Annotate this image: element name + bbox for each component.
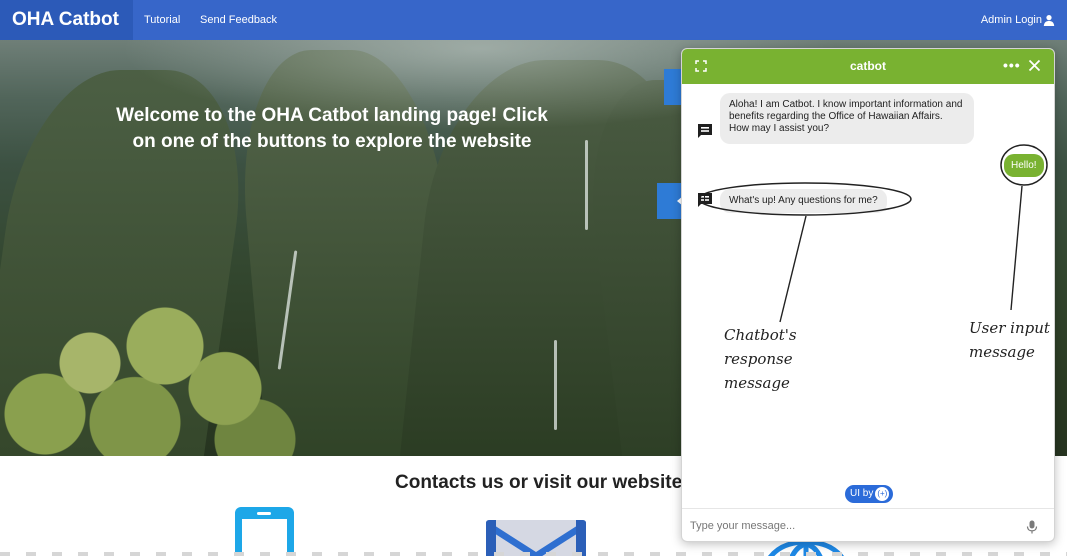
user-input-annotation-text: User input message [969, 319, 1050, 361]
ui-by-label: UI by [850, 488, 874, 499]
chat-messages: Aloha! I am Catbot. I know important inf… [682, 84, 1054, 508]
mail-icon[interactable] [486, 520, 586, 556]
chat-header: catbot ••• [682, 49, 1054, 84]
bot-message: What's up! Any questions for me? [720, 189, 887, 213]
hero-title: Welcome to the OHA Catbot landing page! … [116, 105, 548, 152]
user-message: Hello! [1004, 154, 1044, 177]
brand-logo[interactable]: OHA Catbot [0, 0, 133, 40]
waterfall [585, 140, 588, 230]
ui-by-badge[interactable]: UI by (+) [845, 485, 894, 503]
bot-response-annotation-text: Chatbot's response message [724, 326, 797, 392]
contacts-title: Contacts us or visit our website! [395, 472, 689, 493]
phone-icon[interactable] [235, 507, 294, 556]
bot-message-icon [698, 193, 712, 207]
phone-speaker [257, 512, 271, 515]
section-divider [0, 552, 1067, 556]
chat-message-input[interactable] [690, 516, 1010, 536]
nav-link-tutorial[interactable]: Tutorial [144, 0, 180, 40]
chat-title: catbot [850, 59, 886, 73]
phone-screen [242, 519, 287, 556]
close-icon[interactable] [1028, 59, 1041, 72]
more-options-icon[interactable]: ••• [1003, 58, 1021, 72]
admin-login-label: Admin Login [980, 14, 1042, 26]
waterfall [554, 340, 557, 430]
user-icon [1043, 15, 1055, 26]
bot-message: Aloha! I am Catbot. I know important inf… [720, 93, 974, 144]
vendor-logo-icon: (+) [875, 487, 890, 501]
chat-input-bar [682, 508, 1054, 541]
admin-login-link[interactable]: Admin Login [981, 0, 1055, 40]
microphone-icon[interactable] [1026, 520, 1038, 534]
top-navbar: OHA Catbot Tutorial Send Feedback Admin … [0, 0, 1067, 40]
envelope-graphic [486, 520, 586, 556]
bot-message-icon [698, 124, 712, 138]
user-input-annotation: User input message [969, 316, 1059, 364]
bot-response-annotation: Chatbot's response message [724, 323, 854, 395]
nav-link-send-feedback[interactable]: Send Feedback [200, 0, 277, 40]
chat-widget: catbot ••• Aloha! I am Catbot. I know im… [681, 48, 1055, 542]
